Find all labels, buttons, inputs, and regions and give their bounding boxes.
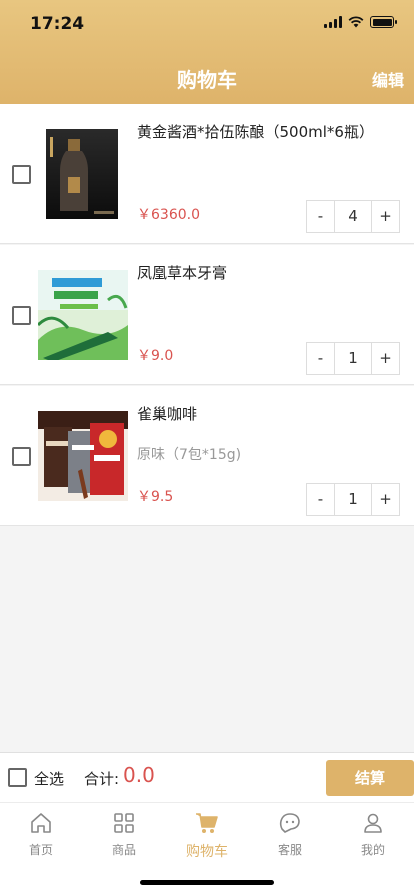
status-time: 17:24 (30, 14, 85, 34)
cart-item: 黄金酱酒*拾伍陈酿（500ml*6瓶） ￥6360.0 - 4 + (0, 104, 414, 244)
quantity-value[interactable]: 1 (334, 484, 372, 515)
product-price: ￥6360.0 (137, 207, 200, 223)
page-title: 购物车 (177, 68, 237, 92)
chat-icon (279, 813, 300, 833)
grid-icon (114, 813, 134, 833)
product-image-liquor[interactable] (38, 129, 128, 219)
decrease-button[interactable]: - (307, 343, 334, 374)
tab-cart[interactable]: 购物车 (166, 811, 248, 861)
home-icon (31, 813, 51, 833)
header: 17:24 购物车 编辑 (0, 0, 414, 104)
product-spec: 原味（7包*15g) (137, 447, 242, 463)
item-checkbox[interactable] (12, 447, 31, 466)
tab-label: 首页 (28, 843, 53, 857)
user-icon (364, 813, 382, 833)
tab-label: 购物车 (186, 844, 228, 860)
decrease-button[interactable]: - (307, 201, 334, 232)
item-checkbox[interactable] (12, 306, 31, 325)
battery-icon (370, 16, 397, 28)
cart-item: 凤凰草本牙膏 ￥9.0 - 1 + (0, 245, 414, 385)
tab-label: 我的 (360, 843, 385, 857)
product-price: ￥9.0 (137, 348, 174, 364)
wifi-icon (348, 16, 364, 28)
tab-profile[interactable]: 我的 (332, 811, 414, 861)
cart-item: 雀巢咖啡 原味（7包*15g) ￥9.5 - 1 + (0, 386, 414, 526)
increase-button[interactable]: + (372, 201, 399, 232)
cart-summary-bar: 全选 合计: 0.0 结算 (0, 752, 414, 802)
total-value: 0.0 (123, 763, 155, 787)
product-image-toothpaste[interactable] (38, 270, 128, 360)
checkout-button[interactable]: 结算 (326, 760, 414, 796)
edit-button[interactable]: 编辑 (372, 67, 404, 91)
product-image-coffee[interactable] (38, 411, 128, 501)
product-price: ￥9.5 (137, 489, 174, 505)
signal-icon (324, 16, 342, 28)
select-all-label[interactable]: 全选 (34, 768, 64, 789)
total-label: 合计: (84, 770, 120, 788)
home-indicator (140, 880, 274, 885)
tab-home[interactable]: 首页 (0, 811, 82, 861)
tab-support[interactable]: 客服 (249, 811, 331, 861)
product-name: 凤凰草本牙膏 (137, 264, 228, 282)
product-name: 雀巢咖啡 (137, 405, 198, 423)
quantity-stepper: - 4 + (306, 200, 400, 233)
quantity-value[interactable]: 1 (334, 343, 372, 374)
tab-products[interactable]: 商品 (83, 811, 165, 861)
item-checkbox[interactable] (12, 165, 31, 184)
tab-label: 商品 (111, 843, 136, 857)
increase-button[interactable]: + (372, 484, 399, 515)
select-all-checkbox[interactable] (8, 768, 27, 787)
quantity-value[interactable]: 4 (334, 201, 372, 232)
tab-label: 客服 (277, 843, 302, 857)
status-icons (324, 16, 397, 28)
product-name: 黄金酱酒*拾伍陈酿（500ml*6瓶） (137, 123, 374, 141)
increase-button[interactable]: + (372, 343, 399, 374)
quantity-stepper: - 1 + (306, 483, 400, 516)
decrease-button[interactable]: - (307, 484, 334, 515)
quantity-stepper: - 1 + (306, 342, 400, 375)
cart-icon (196, 813, 218, 833)
